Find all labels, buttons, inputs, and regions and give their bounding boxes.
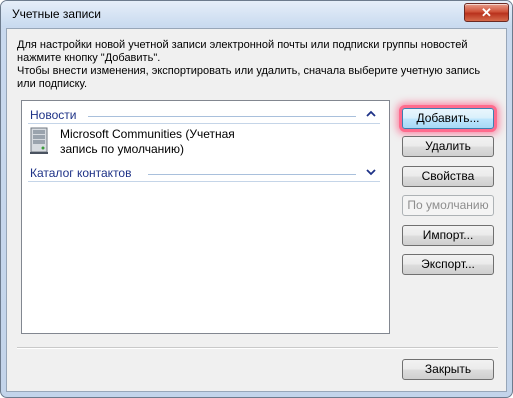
window-title: Учетные записи [12, 7, 101, 21]
close-window-button[interactable]: ✕ [464, 3, 509, 22]
add-button[interactable]: Добавить... [402, 108, 494, 129]
instructions-line: Для настройки новой учетной записи элект… [17, 39, 468, 51]
dialog-body: Для настройки новой учетной записи элект… [6, 28, 507, 392]
group-header-news[interactable]: Новости [28, 107, 380, 124]
close-button[interactable]: Закрыть [402, 359, 494, 380]
export-button[interactable]: Экспорт... [402, 254, 494, 275]
group-divider [148, 174, 356, 175]
instructions-line: или подписку. [17, 78, 88, 90]
set-default-button[interactable]: По умолчанию [402, 195, 494, 216]
account-name-line: Microsoft Communities (Учетная [60, 127, 235, 141]
group-label: Новости [30, 108, 77, 122]
title-bar[interactable]: Учетные записи ✕ [1, 1, 512, 27]
chevron-up-icon[interactable] [366, 109, 376, 119]
delete-button[interactable]: Удалить [402, 136, 494, 157]
group-label: Каталог контактов [30, 166, 132, 180]
account-name-line: запись по умолчанию) [60, 142, 184, 156]
server-icon [30, 127, 48, 154]
accounts-dialog: Учетные записи ✕ Для настройки новой уче… [0, 0, 513, 398]
instructions-line: нажмите кнопку "Добавить". [17, 52, 161, 64]
chevron-down-icon[interactable] [366, 167, 376, 177]
account-name: Microsoft Communities (Учетная запись по… [60, 127, 235, 157]
properties-button[interactable]: Свойства [402, 166, 494, 187]
instructions-text: Для настройки новой учетной записи элект… [17, 39, 501, 91]
group-divider [88, 116, 356, 117]
account-item-microsoft-communities[interactable]: Microsoft Communities (Учетная запись по… [30, 125, 330, 161]
import-button[interactable]: Импорт... [402, 225, 494, 246]
group-header-contacts[interactable]: Каталог контактов [28, 165, 380, 182]
footer-divider [17, 347, 498, 349]
instructions-line: Чтобы внести изменения, экспортировать и… [17, 65, 481, 77]
close-icon: ✕ [481, 5, 492, 20]
accounts-list[interactable]: Новости Microsoft Communities (Учетная з… [21, 100, 390, 334]
